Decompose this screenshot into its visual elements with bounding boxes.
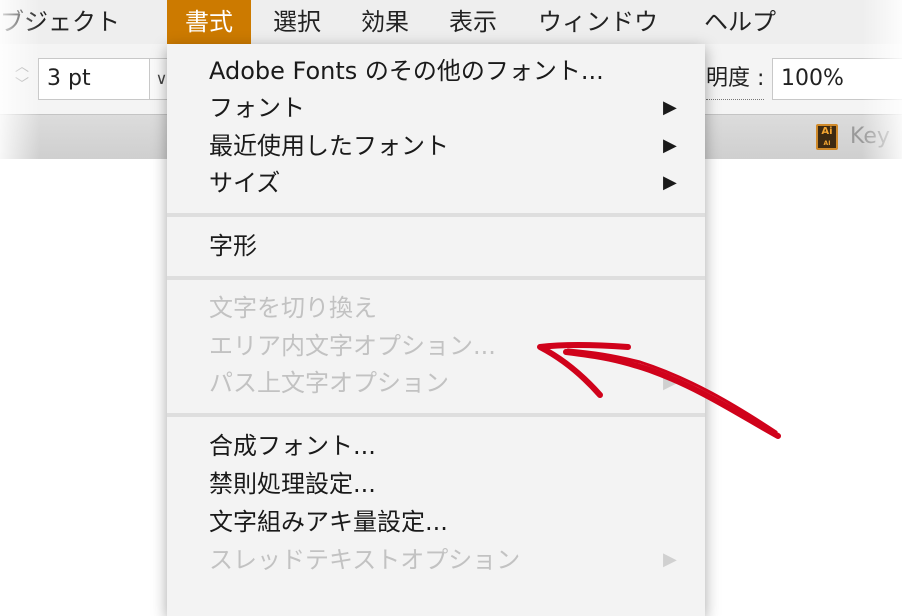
menu-item-size[interactable]: サイズ — [209, 164, 705, 202]
menu-separator — [167, 276, 705, 280]
menu-select[interactable]: 選択 — [273, 0, 321, 44]
illustrator-file-icon: Ai AI — [816, 124, 838, 150]
menu-separator — [167, 413, 705, 417]
menu-window[interactable]: ウィンドウ — [538, 0, 658, 44]
opacity-label: 明度 : — [706, 58, 765, 100]
submenu-arrow-icon: ▶ — [663, 549, 677, 570]
chevron-up-icon[interactable]: ︿ — [15, 59, 29, 75]
submenu-arrow-icon: ▶ — [663, 372, 677, 393]
opacity-input[interactable]: 100% — [772, 58, 902, 100]
submenu-arrow-icon: ▶ — [663, 97, 677, 118]
menu-view[interactable]: 表示 — [449, 0, 497, 44]
menu-item-type-on-path-options: パス上文字オプション — [209, 369, 449, 397]
menu-item-change-case: 文字を切り換え — [209, 294, 377, 322]
menu-bar: ブジェクト 書式 選択 効果 表示 ウィンドウ ヘルプ — [0, 0, 902, 44]
menu-help[interactable]: ヘルプ — [704, 0, 776, 44]
menu-item-kinsoku-settings[interactable]: 禁則処理設定... — [209, 465, 705, 503]
menu-item-mojikumi-settings[interactable]: 文字組みアキ量設定... — [209, 503, 705, 541]
document-tab[interactable]: Key — [850, 115, 890, 159]
type-menu-dropdown: Adobe Fonts のその他のフォント... フォント ▶ 最近使用したフォ… — [167, 44, 705, 616]
menu-effect[interactable]: 効果 — [361, 0, 409, 44]
menu-item-composite-fonts[interactable]: 合成フォント... — [209, 427, 705, 465]
submenu-arrow-icon: ▶ — [663, 172, 677, 193]
menu-item-font[interactable]: フォント — [209, 89, 705, 127]
stroke-weight-input[interactable]: 3 pt — [38, 58, 150, 100]
stroke-stepper[interactable]: ︿ ﹀ — [8, 58, 36, 100]
menu-item-glyphs[interactable]: 字形 — [209, 227, 705, 265]
menu-item-adobe-fonts[interactable]: Adobe Fonts のその他のフォント... — [209, 52, 705, 90]
chevron-down-icon[interactable]: ﹀ — [15, 77, 29, 93]
menu-object[interactable]: ブジェクト — [0, 0, 120, 44]
menu-item-recent-fonts[interactable]: 最近使用したフォント — [209, 127, 705, 165]
menu-item-threaded-text-options: スレッドテキストオプション — [209, 546, 521, 574]
chevron-down-icon: ∨ — [155, 69, 168, 88]
menu-item-area-type-options: エリア内文字オプション... — [209, 332, 496, 360]
menu-separator — [167, 213, 705, 217]
submenu-arrow-icon: ▶ — [663, 135, 677, 156]
menu-type[interactable]: 書式 — [167, 0, 251, 44]
